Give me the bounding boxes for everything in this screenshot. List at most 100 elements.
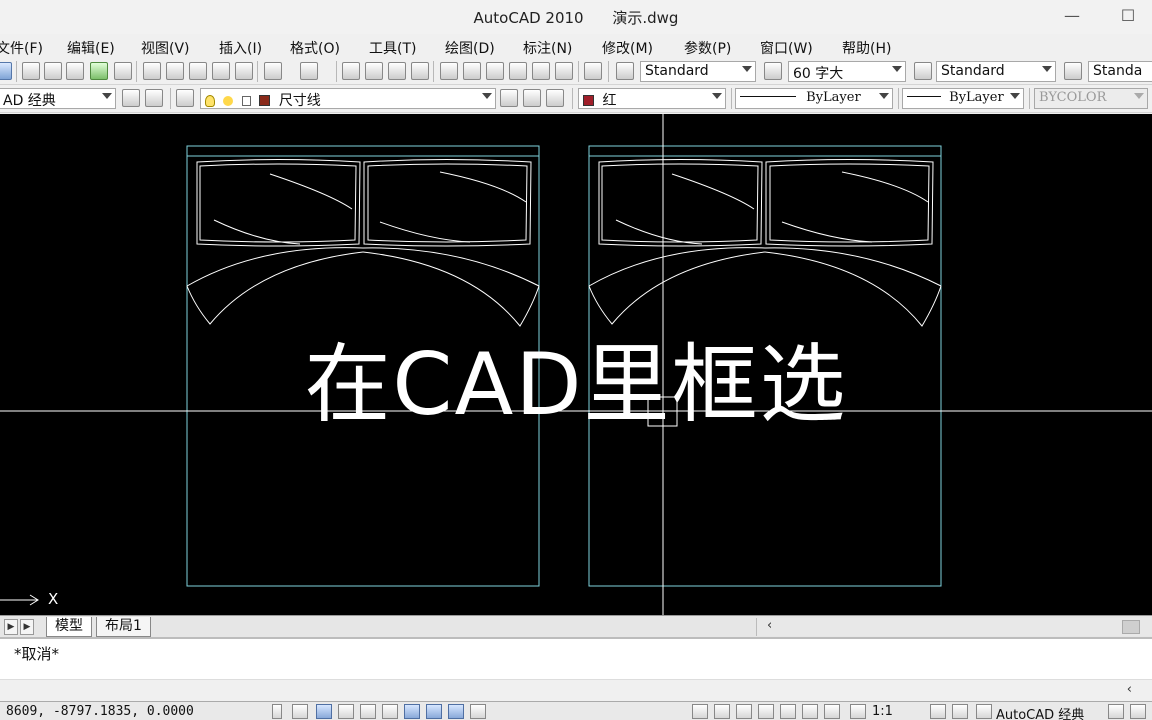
undo-icon[interactable]: [264, 62, 282, 80]
linetype-select[interactable]: ByLayer: [735, 88, 893, 109]
lock-icon[interactable]: [1108, 704, 1124, 719]
grid-icon[interactable]: [316, 704, 332, 719]
zoom-realtime-icon[interactable]: [365, 62, 383, 80]
workspace-select[interactable]: AD 经典: [0, 88, 116, 109]
model-space-icon[interactable]: [692, 704, 708, 719]
tab-model[interactable]: 模型: [46, 617, 92, 637]
chevron-down-icon: [1010, 93, 1020, 99]
dyn-icon[interactable]: [448, 704, 464, 719]
multileader-style-select[interactable]: Standa: [1088, 61, 1152, 82]
auto-scale-icon[interactable]: [952, 704, 968, 719]
annotation-scale-icon[interactable]: [850, 704, 866, 719]
tab-last-icon[interactable]: ▶: [20, 619, 34, 635]
drawing-canvas[interactable]: 在CAD里框选 X: [0, 114, 1152, 615]
annotation-visibility-icon[interactable]: [930, 704, 946, 719]
sun-icon: [223, 96, 234, 106]
snap-icon[interactable]: [292, 704, 308, 719]
sheet-set-icon[interactable]: [509, 62, 527, 80]
zoom-previous-icon[interactable]: [411, 62, 429, 80]
minimize-button[interactable]: —: [1060, 6, 1084, 26]
workspace-switch-icon[interactable]: [976, 704, 992, 719]
steeringwheel-icon[interactable]: [802, 704, 818, 719]
workspace-status-label[interactable]: AutoCAD 经典: [996, 704, 1084, 720]
redo-icon[interactable]: [300, 62, 318, 80]
layer-manager-icon[interactable]: [176, 89, 194, 107]
layer-previous-icon[interactable]: [523, 89, 541, 107]
menu-view[interactable]: 视图(V): [141, 38, 190, 58]
design-center-icon[interactable]: [463, 62, 481, 80]
help-icon[interactable]: [584, 62, 602, 80]
layer-states-icon[interactable]: [546, 89, 564, 107]
layer-select[interactable]: 尺寸线: [200, 88, 496, 109]
lineweight-toggle-icon[interactable]: [470, 704, 486, 719]
showmotion-icon[interactable]: [824, 704, 840, 719]
pan-icon[interactable]: [342, 62, 360, 80]
chevron-down-icon: [1042, 66, 1052, 72]
menu-dimension[interactable]: 标注(N): [523, 38, 572, 58]
chevron-left-icon[interactable]: ‹: [1127, 682, 1132, 697]
copy-icon[interactable]: [166, 62, 184, 80]
quick-view-drawings-icon[interactable]: [736, 704, 752, 719]
table-style-icon[interactable]: [914, 62, 932, 80]
menu-help[interactable]: 帮助(H): [842, 38, 891, 58]
paste-icon[interactable]: [189, 62, 207, 80]
zoom-window-icon[interactable]: [388, 62, 406, 80]
menu-parametric[interactable]: 参数(P): [684, 38, 731, 58]
tab-prev-icon[interactable]: ▶: [4, 619, 18, 635]
infer-constraints-icon[interactable]: [272, 704, 282, 719]
menu-edit[interactable]: 编辑(E): [67, 38, 115, 58]
annotation-scale-value[interactable]: 1:1: [872, 704, 893, 719]
ortho-icon[interactable]: [338, 704, 354, 719]
zoom-status-icon[interactable]: [780, 704, 796, 719]
pillow-left-2-inner: [367, 163, 528, 243]
print-preview-icon[interactable]: [44, 62, 62, 80]
multileader-style-icon[interactable]: [1064, 62, 1082, 80]
osnap-icon[interactable]: [382, 704, 398, 719]
tool-palettes-icon[interactable]: [486, 62, 504, 80]
scrollbar-thumb[interactable]: [1122, 620, 1140, 634]
maximize-button[interactable]: ☐: [1116, 6, 1140, 26]
table-style-select[interactable]: Standard: [936, 61, 1056, 82]
markup-icon[interactable]: [532, 62, 550, 80]
text-style-select[interactable]: Standard: [640, 61, 756, 82]
command-scrollbar[interactable]: ‹: [0, 679, 1152, 701]
print-icon[interactable]: [22, 62, 40, 80]
window-title: AutoCAD 2010 演示.dwg: [0, 7, 1152, 28]
menu-draw[interactable]: 绘图(D): [445, 38, 495, 58]
etransmit-icon[interactable]: [114, 62, 132, 80]
publish-icon[interactable]: [66, 62, 84, 80]
lineweight-select[interactable]: ByLayer: [902, 88, 1024, 109]
command-window[interactable]: *取消* ‹: [0, 637, 1152, 701]
calculator-icon[interactable]: [555, 62, 573, 80]
menu-window[interactable]: 窗口(W): [760, 38, 813, 58]
chevron-left-icon[interactable]: ‹: [767, 618, 772, 633]
cut-icon[interactable]: [143, 62, 161, 80]
polar-icon[interactable]: [360, 704, 376, 719]
make-current-layer-icon[interactable]: [500, 89, 518, 107]
save-icon[interactable]: [0, 62, 12, 80]
menu-modify[interactable]: 修改(M): [602, 38, 653, 58]
properties-icon[interactable]: [440, 62, 458, 80]
dim-style-select[interactable]: 60 字大: [788, 61, 906, 82]
3d-dwf-icon[interactable]: [90, 62, 108, 80]
color-select[interactable]: 红: [578, 88, 726, 109]
pan-status-icon[interactable]: [758, 704, 774, 719]
workspace-settings-icon[interactable]: [122, 89, 140, 107]
horizontal-scrollbar[interactable]: ‹: [756, 618, 1152, 636]
quick-view-layouts-icon[interactable]: [714, 704, 730, 719]
paste-block-icon[interactable]: [212, 62, 230, 80]
command-history: *取消*: [14, 645, 60, 663]
otrack-icon[interactable]: [404, 704, 420, 719]
dim-style-icon[interactable]: [764, 62, 782, 80]
menu-tools[interactable]: 工具(T): [369, 38, 416, 58]
coordinate-readout[interactable]: 8609, -8797.1835, 0.0000: [6, 704, 194, 719]
customize-icon[interactable]: [145, 89, 163, 107]
menu-insert[interactable]: 插入(I): [219, 38, 262, 58]
text-style-icon[interactable]: [616, 62, 634, 80]
menu-format[interactable]: 格式(O): [290, 38, 340, 58]
clean-screen-icon[interactable]: [1130, 704, 1146, 719]
ducs-icon[interactable]: [426, 704, 442, 719]
match-properties-icon[interactable]: [235, 62, 253, 80]
tab-layout1[interactable]: 布局1: [96, 617, 151, 637]
menu-file[interactable]: 文件(F): [0, 38, 43, 58]
